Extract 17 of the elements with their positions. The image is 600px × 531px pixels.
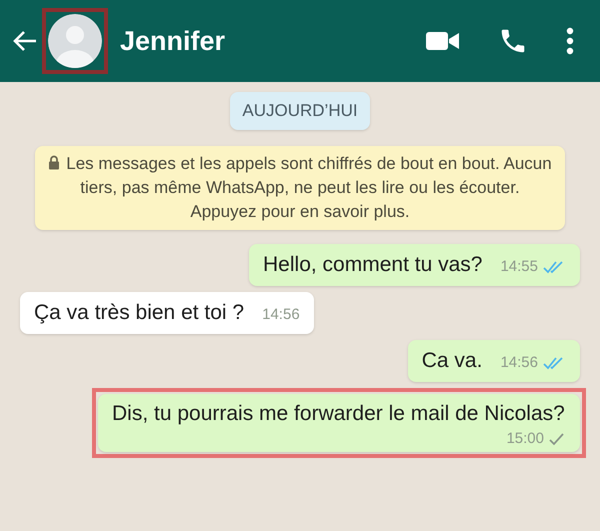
avatar-frame[interactable]: [42, 8, 108, 74]
message-text: Ça va très bien et toi ?: [34, 300, 244, 326]
more-options-icon[interactable]: [566, 27, 574, 55]
message-time: 14:56: [262, 305, 300, 325]
lock-icon: [48, 154, 60, 170]
message-time: 14:55: [500, 257, 538, 277]
avatar-icon: [48, 14, 102, 68]
date-chip: AUJOURD’HUI: [230, 92, 370, 130]
message-time: 15:00: [506, 428, 544, 448]
video-call-icon[interactable]: [426, 30, 460, 52]
contact-name: Jennifer: [120, 24, 226, 58]
message-text: Hello, comment tu vas?: [263, 252, 482, 278]
message-text: Dis, tu pourrais me forwarder le mail de Nicolas?: [112, 400, 566, 426]
message-time: 14:56: [500, 353, 538, 373]
notice-text: Les messages et les appels sont chiffrés de bout en bout. Aucun tiers, pas même WhatsApp, ne peut les lire ou les écouter. Appuyez pour en savoir plus.: [47, 152, 553, 224]
encryption-notice[interactable]: Les messages et les appels sont chiffrés de bout en bout. Aucun tiers, pas même WhatsApp, ne peut les lire ou les écouter. Appuyez pour en savoir plus.: [35, 146, 565, 230]
message-text: Ca va.: [422, 348, 482, 374]
